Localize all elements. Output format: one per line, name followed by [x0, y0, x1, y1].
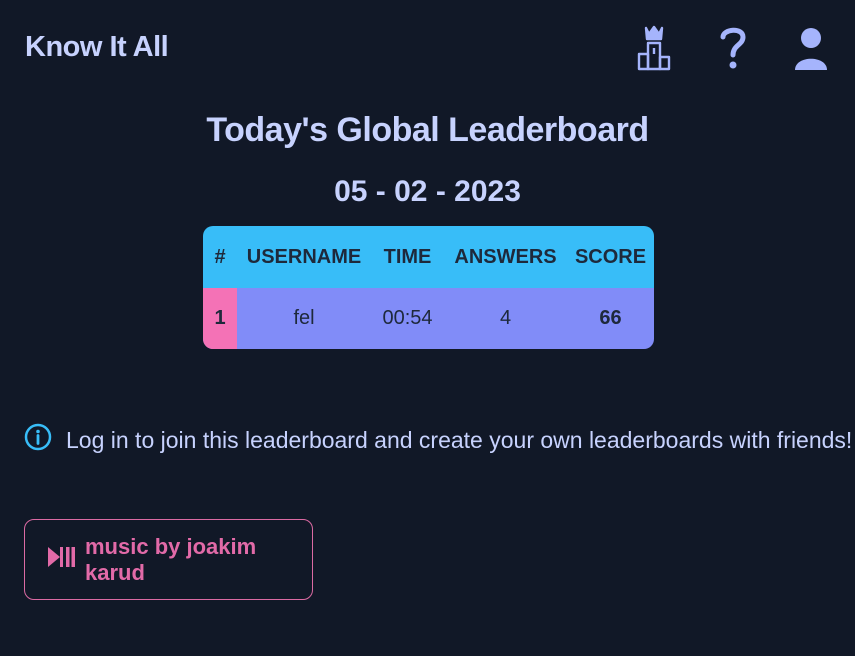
info-circle-icon [24, 423, 52, 457]
leaderboard-table: # USERNAME TIME ANSWERS SCORE 1 fel 00:5… [203, 226, 654, 349]
music-toggle-button[interactable]: music by joakim karud [24, 519, 313, 600]
column-header-username: USERNAME [246, 245, 362, 268]
page: Know It All Today's Global Leaderboard 0… [0, 0, 855, 656]
time-cell: 00:54 [382, 307, 433, 329]
login-info-banner: Log in to join this leaderboard and crea… [24, 423, 852, 457]
help-question-icon[interactable] [717, 24, 749, 72]
leaderboard-podium-icon[interactable] [637, 24, 671, 72]
rank-cell: 1 [203, 288, 237, 349]
leaderboard-date: 05 - 02 - 2023 [334, 175, 521, 208]
column-header-score: SCORE [574, 245, 647, 268]
table-header-row: # USERNAME TIME ANSWERS SCORE [203, 226, 654, 288]
table-row: 1 fel 00:54 4 66 [203, 288, 654, 349]
column-header-answers: ANSWERS [454, 245, 557, 268]
music-credit-label: music by joakim karud [85, 533, 257, 585]
username-cell: fel [293, 307, 315, 329]
leaderboard-title: Today's Global Leaderboard [206, 111, 649, 149]
app-title[interactable]: Know It All [25, 31, 169, 64]
play-pause-icon [47, 546, 75, 574]
answers-cell: 4 [499, 307, 512, 329]
info-message: Log in to join this leaderboard and crea… [66, 426, 853, 453]
score-cell: 66 [599, 307, 622, 329]
column-header-time: TIME [383, 245, 432, 268]
user-account-icon[interactable] [794, 24, 828, 72]
column-header-rank: # [214, 245, 226, 268]
